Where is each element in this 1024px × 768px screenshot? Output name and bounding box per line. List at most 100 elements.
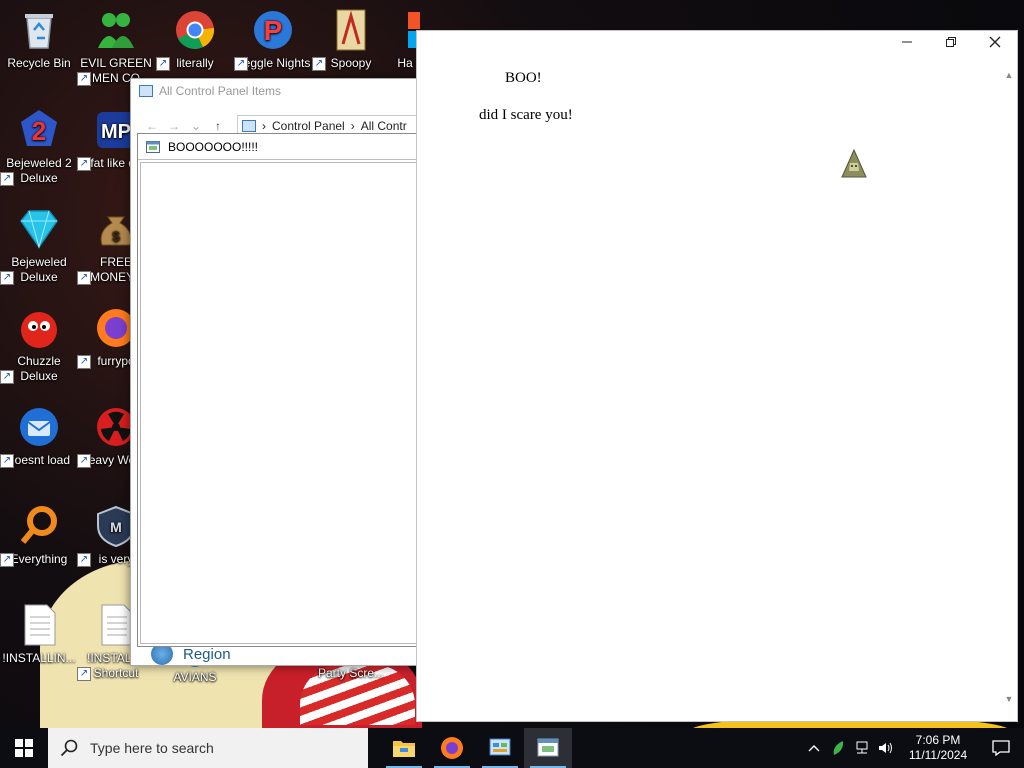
forward-arrow-icon[interactable]: → [163, 119, 185, 133]
back-arrow-icon[interactable]: ← [141, 119, 163, 133]
minimize-icon [902, 41, 912, 43]
clock-date: 11/11/2024 [908, 748, 968, 762]
file-explorer-icon [393, 741, 415, 757]
boo-heading: BOO! [505, 70, 542, 86]
shortcut-arrow-icon: ↗ [312, 57, 326, 71]
shortcut-arrow-icon: ↗ [77, 157, 91, 171]
shortcut-arrow-icon: ↗ [0, 553, 14, 567]
desktop-icon-bejeweled-2[interactable]: 2 ↗ Bejeweled 2 Deluxe [0, 108, 78, 186]
spoopy-icon [336, 9, 366, 51]
desktop-icon-literally[interactable]: ↗ literally [156, 8, 234, 71]
chrome-icon [176, 11, 215, 49]
desktop-icon-spoopy[interactable]: ↗ Spoopy [312, 8, 390, 71]
breadcrumb-separator-icon: › [350, 119, 355, 133]
search-icon [60, 739, 78, 757]
restore-icon [946, 37, 956, 47]
breadcrumb-control-panel[interactable]: Control Panel [272, 119, 345, 133]
thunderbird-icon [20, 408, 58, 446]
control-panel-titlebar[interactable]: All Control Panel Items [131, 79, 419, 103]
green-people-icon [98, 13, 134, 48]
shortcut-arrow-icon: ↗ [77, 454, 91, 468]
search-placeholder: Type here to search [90, 740, 214, 756]
system-tray: 7:06 PM 11/11/2024 [802, 728, 1024, 768]
taskbar-clock[interactable]: 7:06 PM 11/11/2024 [898, 733, 978, 763]
dialog-app-icon [537, 738, 559, 757]
scare-message: did I scare you! [479, 107, 573, 123]
taskbar-app-firefox[interactable] [428, 728, 476, 768]
scroll-up-icon[interactable]: ▲ [1001, 67, 1017, 83]
desktop-icon-label: !INSTALLIN... [2, 651, 76, 665]
close-button[interactable] [973, 31, 1017, 53]
vertical-scrollbar[interactable]: ▲ ▼ [1001, 53, 1017, 721]
chevron-up-icon[interactable] [802, 728, 826, 768]
desktop-icon-label: AVIANS [173, 670, 217, 684]
control-panel-item-label: Region [183, 645, 231, 663]
windows-logo-icon [15, 739, 33, 757]
svg-text:2: 2 [32, 116, 46, 146]
desktop-icon-installing[interactable]: !INSTALLIN... [0, 603, 78, 666]
scroll-down-icon[interactable]: ▼ [1001, 691, 1017, 707]
firefox-icon [441, 737, 463, 759]
desktop-icon-bejeweled[interactable]: ↗ Bejeweled Deluxe [0, 207, 78, 285]
svg-text:$: $ [112, 228, 120, 244]
hooded-figure-icon [841, 149, 867, 178]
breadcrumb-all-items[interactable]: All Contr [361, 119, 407, 133]
minimize-button[interactable] [885, 31, 929, 53]
desktop-icon-recycle-bin[interactable]: Recycle Bin [0, 8, 78, 71]
start-button[interactable] [0, 728, 48, 768]
up-arrow-icon[interactable]: ↑ [207, 119, 229, 133]
shortcut-arrow-icon: ↗ [77, 72, 91, 86]
everything-search-icon [20, 506, 57, 544]
clock-time: 7:06 PM [915, 733, 961, 747]
shortcut-arrow-icon: ↗ [77, 271, 91, 285]
control-panel-icon [242, 120, 256, 132]
control-panel-icon [139, 85, 153, 97]
shortcut-arrow-icon: ↗ [77, 667, 91, 681]
notification-center-button[interactable] [978, 728, 1024, 768]
recycle-bin-icon [25, 14, 53, 49]
shortcut-arrow-icon: ↗ [234, 57, 248, 71]
desktop-icon-label: Party Scre... [317, 666, 385, 680]
bejeweled-2-icon: 2 [21, 110, 57, 146]
app-window-icon [146, 140, 160, 153]
scare-window-content: BOO! did I scare you! [417, 53, 1001, 721]
taskbar-app-file-explorer[interactable] [380, 728, 428, 768]
boo-dialog-content [140, 162, 424, 644]
control-panel-title: All Control Panel Items [159, 84, 282, 98]
desktop-icon-everything[interactable]: ↗ Everything [0, 504, 78, 567]
desktop-icon-peggle-nights[interactable]: P ↗ Peggle Nights [234, 8, 312, 71]
svg-text:M: M [110, 519, 122, 535]
network-icon[interactable] [850, 728, 874, 768]
desktop-icon-chuzzle[interactable]: ↗ Chuzzle Deluxe [0, 306, 78, 384]
shortcut-arrow-icon: ↗ [0, 271, 14, 285]
shortcut-arrow-icon: ↗ [77, 553, 91, 567]
leaf-status-icon[interactable] [826, 728, 850, 768]
desktop-icon-label: Recycle Bin [7, 56, 71, 70]
desktop-icon-party-screen[interactable]: Party Scre... [312, 666, 390, 681]
close-icon [989, 36, 1001, 48]
shortcut-arrow-icon: ↗ [156, 57, 170, 71]
control-panel-icon [489, 738, 511, 756]
diamond-icon [20, 210, 58, 249]
taskbar-search-box[interactable]: Type here to search [48, 728, 368, 768]
svg-text:P: P [264, 15, 283, 46]
desktop-icon-evil-green-men[interactable]: ↗ EVIL GREEN MEN CO [77, 8, 155, 86]
volume-icon[interactable] [874, 728, 898, 768]
svg-text:MP: MP [101, 121, 131, 143]
peggle-icon: P [254, 11, 292, 49]
scare-window-titlebar[interactable] [417, 31, 1017, 53]
shortcut-arrow-icon: ↗ [0, 454, 14, 468]
taskbar-app-dialog[interactable] [524, 728, 572, 768]
shortcut-arrow-icon: ↗ [0, 370, 14, 384]
restore-button[interactable] [929, 31, 973, 53]
boo-dialog-titlebar[interactable]: BOOOOOOO!!!!! [138, 134, 426, 160]
recent-chevron-icon[interactable]: ⌄ [185, 119, 207, 133]
scare-window: BOO! did I scare you! ▲ ▼ [416, 30, 1018, 722]
chuzzle-icon [21, 312, 57, 348]
text-file-icon [24, 604, 56, 646]
breadcrumb-separator-icon: › [262, 119, 266, 133]
shortcut-arrow-icon: ↗ [0, 172, 14, 186]
taskbar-app-control-panel[interactable] [476, 728, 524, 768]
taskbar: Type here to search 7:06 PM 11/11/2024 [0, 728, 1024, 768]
desktop-icon-thunderbird[interactable]: ↗ doesnt load [0, 405, 78, 468]
